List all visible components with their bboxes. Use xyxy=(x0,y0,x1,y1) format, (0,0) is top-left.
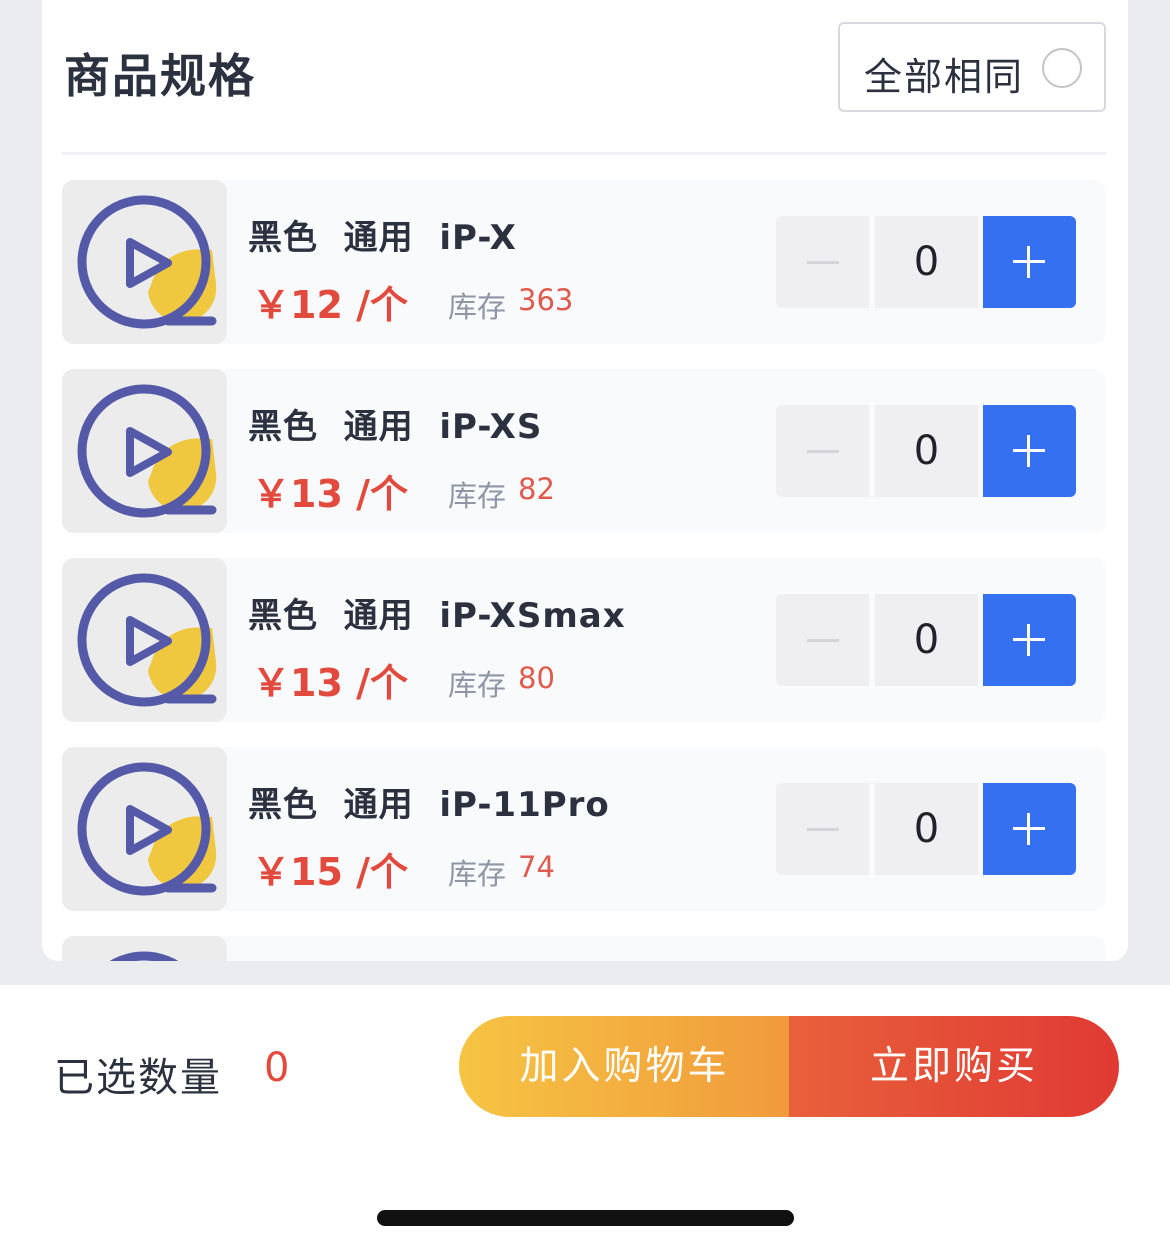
sku-row-partial xyxy=(62,936,1106,961)
spec-card: 商品规格 全部相同 黑色 通用 iP-X ￥12 /个 库存 363 0 黑色 … xyxy=(42,0,1128,961)
sku-stock-label: 库存 xyxy=(448,857,507,891)
bottom-action-bar: 已选数量 0 加入购物车 立即购买 xyxy=(0,985,1170,1250)
sku-list: 黑色 通用 iP-X ￥12 /个 库存 363 0 黑色 通用 iP-XS ￥… xyxy=(62,180,1106,961)
quantity-input[interactable]: 0 xyxy=(875,594,978,686)
decrease-button[interactable] xyxy=(776,405,869,497)
video-logo-icon xyxy=(77,384,217,518)
decrease-button[interactable] xyxy=(776,594,869,686)
divider xyxy=(62,152,1106,155)
sku-price: ￥13 /个 xyxy=(252,661,408,705)
sku-stock-value: 80 xyxy=(518,661,555,695)
sku-name: 黑色 通用 iP-11Pro xyxy=(248,785,610,825)
plus-icon xyxy=(1013,624,1045,656)
product-thumbnail[interactable] xyxy=(62,369,227,533)
video-logo-icon xyxy=(77,573,217,707)
spec-header: 商品规格 全部相同 xyxy=(42,0,1128,155)
sku-stock-label: 库存 xyxy=(448,290,507,324)
sku-stock-value: 363 xyxy=(518,283,574,317)
buy-now-button[interactable]: 立即购买 xyxy=(789,1016,1119,1117)
plus-icon xyxy=(1013,813,1045,845)
product-thumbnail[interactable] xyxy=(62,558,227,722)
quantity-input[interactable]: 0 xyxy=(875,405,978,497)
increase-button[interactable] xyxy=(983,405,1076,497)
decrease-button[interactable] xyxy=(776,783,869,875)
all-same-toggle[interactable]: 全部相同 xyxy=(838,22,1106,112)
sku-stock-label: 库存 xyxy=(448,668,507,702)
sku-name: 黑色 通用 iP-X xyxy=(248,218,517,258)
video-logo-icon xyxy=(77,762,217,896)
sku-stock-value: 82 xyxy=(518,472,555,506)
sku-name: 黑色 通用 iP-XSmax xyxy=(248,596,626,636)
sku-name: 黑色 通用 iP-XS xyxy=(248,407,543,447)
quantity-input[interactable]: 0 xyxy=(875,216,978,308)
plus-icon xyxy=(1013,246,1045,278)
video-logo-icon xyxy=(77,195,217,329)
increase-button[interactable] xyxy=(983,216,1076,308)
plus-icon xyxy=(1013,435,1045,467)
sku-stock-label: 库存 xyxy=(448,479,507,513)
sku-stock-value: 74 xyxy=(518,850,555,884)
sku-price: ￥15 /个 xyxy=(252,850,408,894)
product-thumbnail[interactable] xyxy=(62,936,227,961)
page-title: 商品规格 xyxy=(64,49,256,103)
increase-button[interactable] xyxy=(983,783,1076,875)
decrease-button[interactable] xyxy=(776,216,869,308)
sku-price: ￥13 /个 xyxy=(252,472,408,516)
add-to-cart-button[interactable]: 加入购物车 xyxy=(459,1016,790,1117)
all-same-label: 全部相同 xyxy=(864,55,1025,99)
quantity-input[interactable]: 0 xyxy=(875,783,978,875)
sku-row: 黑色 通用 iP-XSmax ￥13 /个 库存 80 0 xyxy=(62,558,1106,722)
sku-row: 黑色 通用 iP-X ￥12 /个 库存 363 0 xyxy=(62,180,1106,344)
home-indicator[interactable] xyxy=(377,1210,794,1226)
radio-circle-icon[interactable] xyxy=(1042,48,1082,88)
selected-quantity-label: 已选数量 xyxy=(54,1055,222,1101)
sku-price: ￥12 /个 xyxy=(252,283,408,327)
selected-quantity-value: 0 xyxy=(264,1045,290,1091)
video-logo-icon xyxy=(109,951,179,961)
product-thumbnail[interactable] xyxy=(62,180,227,344)
increase-button[interactable] xyxy=(983,594,1076,686)
sku-row: 黑色 通用 iP-11Pro ￥15 /个 库存 74 0 xyxy=(62,747,1106,911)
sku-row: 黑色 通用 iP-XS ￥13 /个 库存 82 0 xyxy=(62,369,1106,533)
product-thumbnail[interactable] xyxy=(62,747,227,911)
